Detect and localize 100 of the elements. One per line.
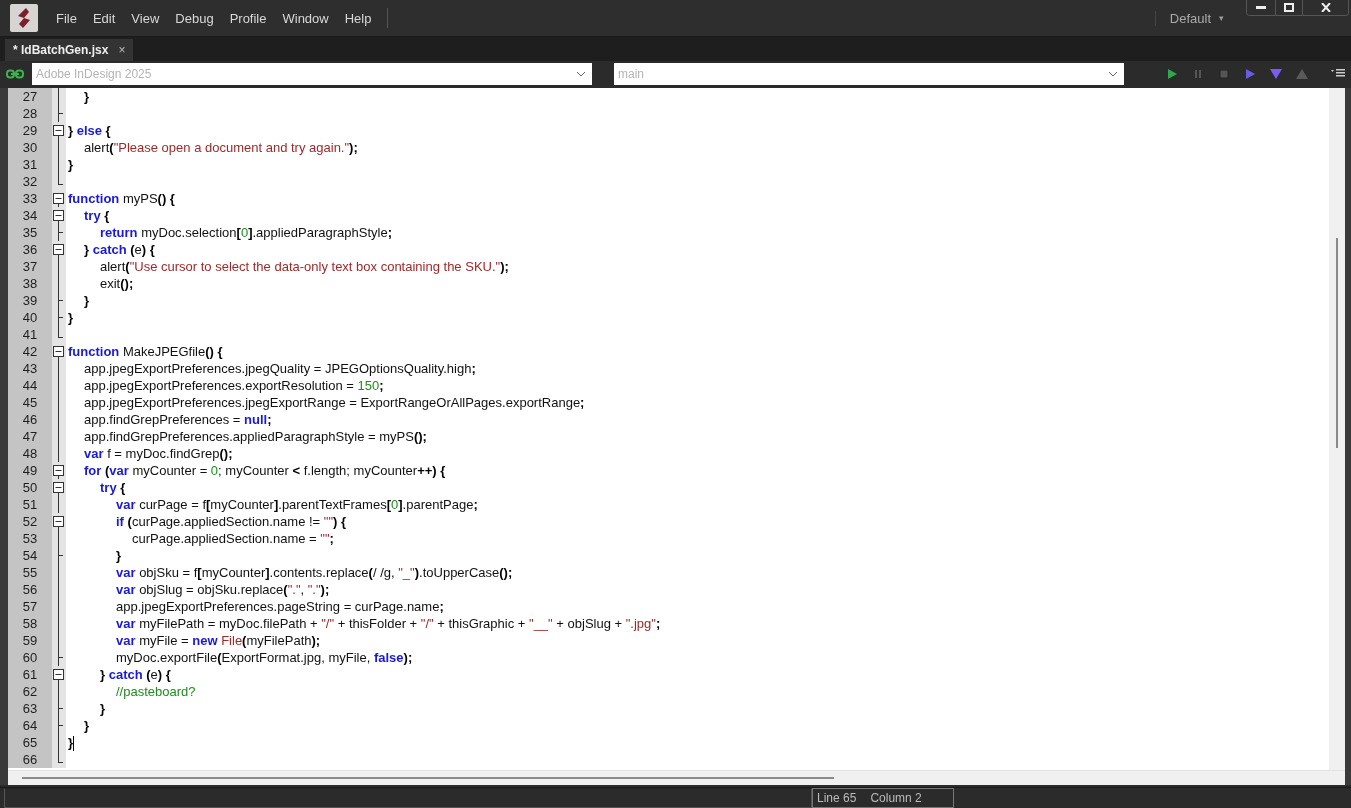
- code-line: var myFile = new File(myFilePath);: [115, 632, 321, 649]
- triangle-down-icon: [1269, 67, 1283, 80]
- line-number: 42: [8, 343, 52, 360]
- code-line: alert("Use cursor to select the data-only text box containing the SKU.");: [99, 258, 509, 275]
- code-line: function MakeJPEGfile() {: [67, 343, 223, 360]
- code-line: try {: [83, 207, 110, 224]
- line-number: 36: [8, 241, 52, 258]
- collapse-icon[interactable]: [53, 210, 64, 221]
- code-line: } catch (e) {: [83, 241, 155, 258]
- code-line: for (var myCounter = 0; myCounter < f.length; myCounter++) {: [83, 462, 446, 479]
- code-line: app.jpegExportPreferences.jpegQuality = JPEGOptionsQuality.high;: [83, 360, 476, 377]
- collapse-icon[interactable]: [53, 244, 64, 255]
- collapse-icon[interactable]: [53, 482, 64, 493]
- line-number: 33: [8, 190, 52, 207]
- code-line: app.jpegExportPreferences.exportResolution = 150;: [83, 377, 384, 394]
- code-line: }: [67, 733, 75, 752]
- menu-item[interactable]: File: [48, 10, 85, 26]
- line-number: 40: [8, 309, 52, 326]
- line-number: 52: [8, 513, 52, 530]
- collapse-icon[interactable]: [53, 193, 64, 204]
- maximize-icon: [1284, 3, 1294, 12]
- menu-item[interactable]: Debug: [167, 10, 222, 26]
- line-number: 59: [8, 632, 52, 649]
- line-number: 57: [8, 598, 52, 615]
- line-number: 32: [8, 173, 52, 190]
- code-line: }: [99, 700, 106, 717]
- pause-icon: [1192, 67, 1204, 80]
- line-number: 48: [8, 445, 52, 462]
- code-line: }: [67, 156, 74, 173]
- line-number: 65: [8, 734, 52, 751]
- line-number: 61: [8, 666, 52, 683]
- collapse-icon[interactable]: [53, 125, 64, 136]
- code-line: }: [67, 309, 74, 326]
- code-line: var objSku = f[myCounter].contents.replace(/ /g, "_").toUpperCase();: [115, 564, 513, 581]
- workspace-caret[interactable]: ▾: [1219, 13, 1224, 23]
- code-line: } else {: [67, 122, 111, 139]
- code-line: exit();: [99, 275, 134, 292]
- chevron-down-icon: [1108, 70, 1118, 77]
- line-number: 44: [8, 377, 52, 394]
- code-line: var objSlug = objSku.replace(".", ".");: [115, 581, 330, 598]
- collapse-icon[interactable]: [53, 346, 64, 357]
- triangle-right-icon: [1244, 67, 1256, 80]
- line-number: 51: [8, 496, 52, 513]
- menu-item[interactable]: Help: [336, 10, 380, 26]
- code-line: app.jpegExportPreferences.jpegExportRange = ExportRangeOrAllPages.exportRange;: [83, 394, 585, 411]
- play-icon: [1166, 67, 1178, 80]
- menu-item[interactable]: Window: [274, 10, 337, 26]
- line-number: 37: [8, 258, 52, 275]
- collapse-icon[interactable]: [53, 465, 64, 476]
- code-line: app.jpegExportPreferences.pageString = curPage.name;: [115, 598, 444, 615]
- code-line: return myDoc.selection[0].appliedParagraphStyle;: [99, 224, 392, 241]
- menu-item[interactable]: Edit: [84, 10, 124, 26]
- stop-icon: [1218, 67, 1230, 80]
- close-button[interactable]: [1302, 0, 1348, 15]
- code-line: app.findGrepPreferences.appliedParagraphStyle = myPS();: [83, 428, 427, 445]
- code-line: function myPS() {: [67, 190, 175, 207]
- menu-item[interactable]: View: [123, 10, 168, 26]
- line-number: 62: [8, 683, 52, 700]
- chevron-down-icon: [576, 70, 586, 77]
- link-icon[interactable]: [6, 68, 24, 79]
- code-line: }: [83, 292, 90, 309]
- code-line: } catch (e) {: [99, 666, 171, 683]
- code-line: try {: [99, 479, 126, 496]
- code-line: myDoc.exportFile(ExportFormat.jpg, myFile, false);: [115, 649, 413, 666]
- code-line: }: [115, 547, 122, 564]
- menu-item[interactable]: Profile: [221, 10, 275, 26]
- code-line: app.findGrepPreferences = null;: [83, 411, 272, 428]
- line-number: 31: [8, 156, 52, 173]
- file-tab[interactable]: * IdBatchGen.jsx ×: [5, 39, 134, 61]
- minimize-icon: [1256, 5, 1266, 10]
- tab-close-button[interactable]: ×: [118, 43, 126, 57]
- code-line: if (curPage.appliedSection.name != "") {: [115, 513, 347, 530]
- line-number: 58: [8, 615, 52, 632]
- line-indicator: Line 65: [817, 791, 857, 805]
- close-icon: [1320, 3, 1331, 12]
- line-number: 34: [8, 207, 52, 224]
- code-line: var curPage = f[myCounter].parentTextFrames[0].parentPage;: [115, 496, 478, 513]
- line-number: 30: [8, 139, 52, 156]
- line-number: 46: [8, 411, 52, 428]
- code-line: alert("Please open a document and try again.");: [83, 139, 358, 156]
- line-number: 28: [8, 105, 52, 122]
- collapse-icon[interactable]: [53, 516, 64, 527]
- collapse-icon[interactable]: [53, 669, 64, 680]
- line-number: 54: [8, 547, 52, 564]
- line-number: 49: [8, 462, 52, 479]
- code-line: }: [83, 717, 90, 734]
- column-indicator: Column 2: [870, 791, 922, 805]
- line-number: 64: [8, 717, 52, 734]
- workspace-selector[interactable]: Default: [1154, 10, 1211, 26]
- line-number: 45: [8, 394, 52, 411]
- panel-menu-icon[interactable]: [1331, 67, 1345, 80]
- line-number: 56: [8, 581, 52, 598]
- line-number: 55: [8, 564, 52, 581]
- code-line: var myFilePath = myDoc.filePath + "/" + thisFolder + "/" + thisGraphic + "__" + objSlug + ".jpg";: [115, 615, 661, 632]
- line-number: 39: [8, 292, 52, 309]
- line-number: 47: [8, 428, 52, 445]
- line-number: 41: [8, 326, 52, 343]
- line-number: 27: [8, 88, 52, 105]
- line-number: 35: [8, 224, 52, 241]
- code-line: var f = myDoc.findGrep();: [83, 445, 233, 462]
